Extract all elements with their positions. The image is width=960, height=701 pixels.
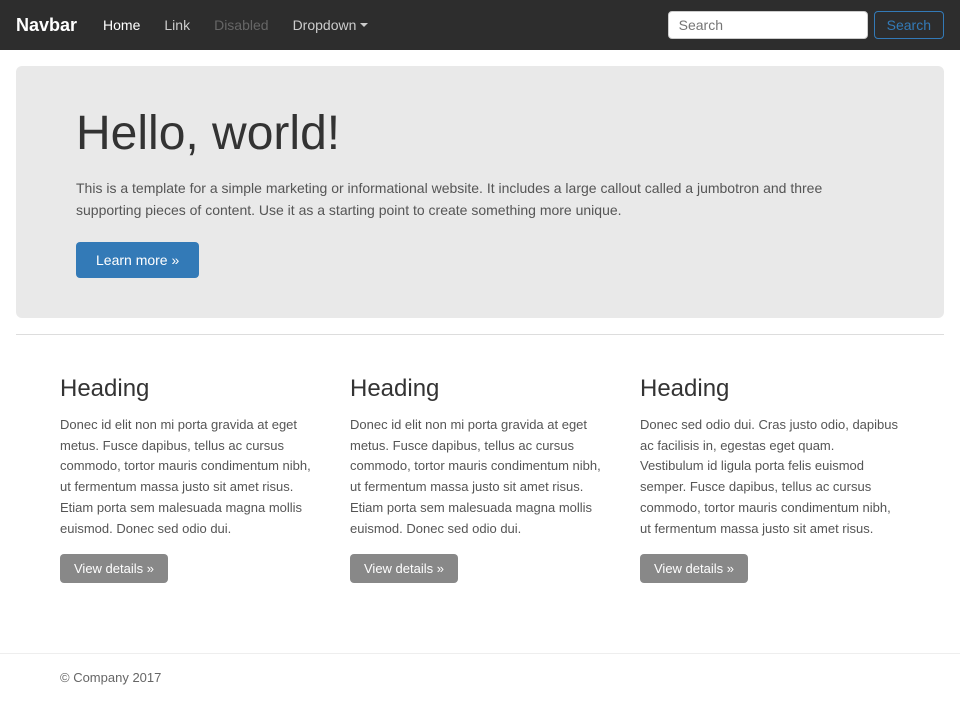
content-card-1: Heading Donec id elit non mi porta gravi… bbox=[60, 375, 320, 583]
content-card-2: Heading Donec id elit non mi porta gravi… bbox=[350, 375, 610, 583]
navbar-nav: Home Link Disabled Dropdown bbox=[93, 11, 668, 39]
jumbotron-description: This is a template for a simple marketin… bbox=[76, 177, 836, 222]
card-3-body: Donec sed odio dui. Cras justo odio, dap… bbox=[640, 415, 900, 540]
learn-more-button[interactable]: Learn more » bbox=[76, 242, 199, 278]
card-1-body: Donec id elit non mi porta gravida at eg… bbox=[60, 415, 320, 540]
dropdown-label: Dropdown bbox=[293, 17, 357, 33]
content-card-3: Heading Donec sed odio dui. Cras justo o… bbox=[640, 375, 900, 583]
search-button[interactable]: Search bbox=[874, 11, 944, 39]
navbar-search: Search bbox=[668, 11, 944, 39]
content-grid: Heading Donec id elit non mi porta gravi… bbox=[60, 375, 900, 583]
card-2-body: Donec id elit non mi porta gravida at eg… bbox=[350, 415, 610, 540]
card-3-button[interactable]: View details » bbox=[640, 554, 748, 583]
content-section: Heading Donec id elit non mi porta gravi… bbox=[0, 355, 960, 653]
navbar-brand[interactable]: Navbar bbox=[16, 15, 77, 36]
nav-link-disabled: Disabled bbox=[204, 11, 278, 39]
nav-dropdown-toggle[interactable]: Dropdown bbox=[283, 11, 379, 39]
nav-dropdown[interactable]: Dropdown bbox=[283, 11, 379, 39]
nav-link-home[interactable]: Home bbox=[93, 11, 150, 39]
card-3-heading: Heading bbox=[640, 375, 900, 403]
card-2-button[interactable]: View details » bbox=[350, 554, 458, 583]
nav-link-link[interactable]: Link bbox=[154, 11, 200, 39]
search-input[interactable] bbox=[668, 11, 868, 39]
card-2-heading: Heading bbox=[350, 375, 610, 403]
card-1-heading: Heading bbox=[60, 375, 320, 403]
footer: © Company 2017 bbox=[0, 653, 960, 701]
navbar: Navbar Home Link Disabled Dropdown Searc… bbox=[0, 0, 960, 50]
footer-text: © Company 2017 bbox=[60, 670, 161, 685]
dropdown-caret-icon bbox=[360, 23, 368, 27]
jumbotron: Hello, world! This is a template for a s… bbox=[16, 66, 944, 318]
section-divider bbox=[16, 334, 944, 335]
jumbotron-title: Hello, world! bbox=[76, 106, 884, 161]
card-1-button[interactable]: View details » bbox=[60, 554, 168, 583]
